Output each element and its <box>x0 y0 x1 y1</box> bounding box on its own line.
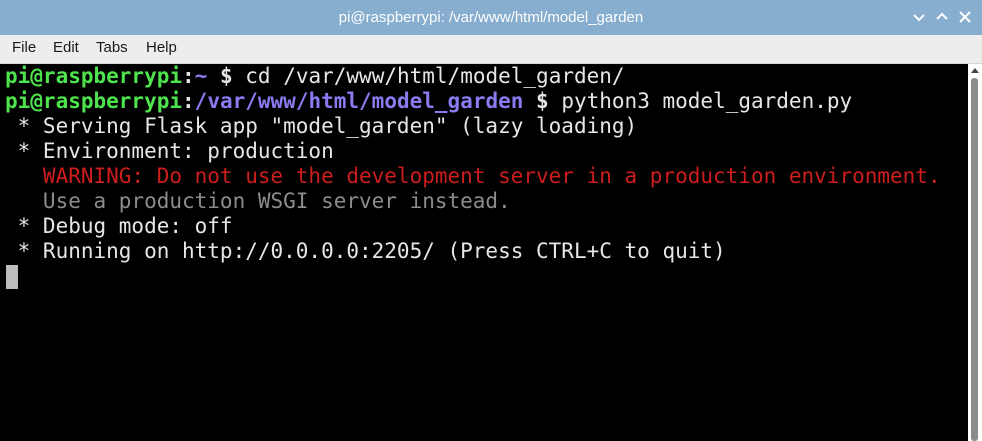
vertical-scrollbar[interactable] <box>968 64 982 441</box>
maximize-button[interactable] <box>933 8 951 26</box>
minimize-icon <box>913 14 925 22</box>
terminal-line: pi@raspberrypi:/var/www/html/model_garde… <box>5 89 852 114</box>
prompt-user: pi@raspberrypi <box>5 64 183 88</box>
window-title: pi@raspberrypi: /var/www/html/model_gard… <box>338 9 644 26</box>
maximize-icon <box>936 12 948 20</box>
prompt-symbol: $ <box>523 89 549 113</box>
scroll-up-icon[interactable] <box>971 66 979 74</box>
menu-help[interactable]: Help <box>146 39 177 56</box>
close-button[interactable] <box>956 8 974 26</box>
terminal-output[interactable]: pi@raspberrypi:~ $ cd /var/www/html/mode… <box>0 64 968 441</box>
minimize-button[interactable] <box>910 8 928 26</box>
prompt-path: ~ <box>194 64 208 88</box>
text-cursor <box>6 265 18 289</box>
terminal-line: pi@raspberrypi:~ $ cd /var/www/html/mode… <box>5 64 625 89</box>
terminal-line: * Serving Flask app "model_garden" (lazy… <box>5 114 638 138</box>
prompt-symbol: $ <box>207 64 233 88</box>
prompt-separator: : <box>182 64 195 88</box>
menu-tabs[interactable]: Tabs <box>96 39 128 56</box>
command-text: python3 model_garden.py <box>548 89 853 113</box>
menu-file[interactable]: File <box>12 39 36 56</box>
menu-edit[interactable]: Edit <box>53 39 79 56</box>
prompt-separator: : <box>182 89 195 113</box>
command-text: cd /var/www/html/model_garden/ <box>232 64 625 88</box>
title-bar[interactable]: pi@raspberrypi: /var/www/html/model_gard… <box>0 0 982 35</box>
close-icon <box>959 11 971 23</box>
terminal-line: * Environment: production <box>5 139 334 163</box>
terminal-window: pi@raspberrypi: /var/www/html/model_gard… <box>0 0 982 441</box>
prompt-path: /var/www/html/model_garden <box>194 89 524 113</box>
menu-bar: File Edit Tabs Help <box>0 35 982 64</box>
terminal-line: Use a production WSGI server instead. <box>5 189 511 213</box>
scrollbar-thumb[interactable] <box>971 78 978 441</box>
terminal-line: * Debug mode: off <box>5 214 233 238</box>
warning-line: WARNING: Do not use the development serv… <box>5 164 941 188</box>
prompt-user: pi@raspberrypi <box>5 89 183 113</box>
terminal-line: * Running on http://0.0.0.0:2205/ (Press… <box>5 239 726 263</box>
